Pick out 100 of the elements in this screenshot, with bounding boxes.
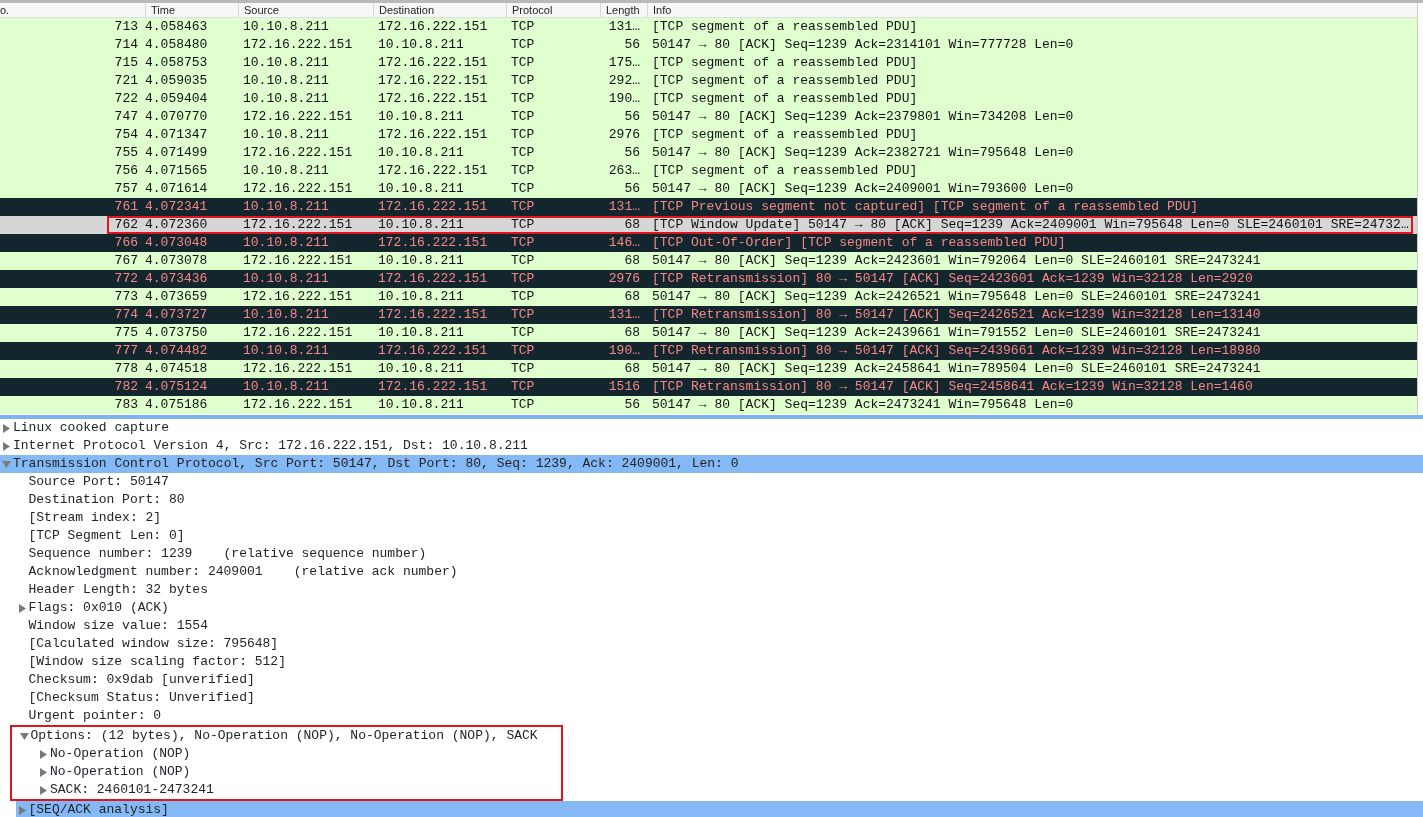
packet-row[interactable]: 762 4.072360 172.16.222.151 10.10.8.211 TCP 68 [TCP Window Update] 50147 → 80 [ACK] Seq=1239 Ack=2409001 Win=795648 Len=0 SLE=2460101 SRE=24732… [0,216,1417,234]
table-cell-text: 10.10.8.211 [242,270,330,288]
packet-row[interactable]: 721 4.059035 10.10.8.211 172.16.222.151 TCP 292… [TCP segment of a reassembled PDU] [0,72,1417,90]
tree-item[interactable]: Internet Protocol Version 4, Src: 172.16.222.151, Dst: 10.10.8.211 [0,437,1423,455]
table-cell-text: [TCP Out-Of-Order] [TCP segment of a reassembled PDU] [651,234,1067,252]
packet-row[interactable]: 756 4.071565 10.10.8.211 172.16.222.151 TCP 263… [TCP segment of a reassembled PDU] [0,162,1417,180]
table-cell-text: TCP [510,108,536,126]
tree-item[interactable]: Transmission Control Protocol, Src Port: 50147, Dst Port: 80, Seq: 1239, Ack: 2409001, Len: 0 [0,455,1423,473]
packet-row[interactable]: 714 4.058480 172.16.222.151 10.10.8.211 TCP 56 50147 → 80 [ACK] Seq=1239 Ack=2314101 Win=777728 Len=0 [0,36,1417,54]
packet-row[interactable]: 782 4.075124 10.10.8.211 172.16.222.151 TCP 1516 [TCP Retransmission] 80 → 50147 [ACK] Seq=2458641 Ack=1239 Win=32128 Len=1460 [0,378,1417,396]
packet-row[interactable]: 713 4.058463 10.10.8.211 172.16.222.151 TCP 131… [TCP segment of a reassembled PDU] [0,18,1417,36]
table-cell-text: 56 [623,180,641,198]
table-cell-text: 2976 [607,270,641,288]
table-cell-text: 50147 → 80 [ACK] Seq=1239 Ack=2379801 Win=734208 Len=0 [651,108,1075,126]
table-cell-text: 172.16.222.151 [377,162,489,180]
tree-item[interactable]: [Checksum Status: Unverified] [15,689,1423,707]
tree-item[interactable]: Window size value: 1554 [15,617,1423,635]
column-header[interactable]: o. [0,3,145,17]
tree-item[interactable]: [Stream index: 2] [15,509,1423,527]
table-cell-text: 778 [113,360,139,378]
column-header[interactable]: Time [145,3,238,17]
table-cell-text: 146… [607,234,641,252]
table-cell-text: 172.16.222.151 [242,288,354,306]
table-cell-text: 777 [113,342,139,360]
column-header[interactable]: Length [600,3,647,17]
packet-row[interactable]: 783 4.075186 172.16.222.151 10.10.8.211 TCP 56 50147 → 80 [ACK] Seq=1239 Ack=2473241 Win=795648 Len=0 [0,396,1417,414]
packet-row[interactable]: 773 4.073659 172.16.222.151 10.10.8.211 TCP 68 50147 → 80 [ACK] Seq=1239 Ack=2426521 Win=795648 Len=0 SLE=2460101 SRE=2473241 [0,288,1417,306]
table-cell-text: 50147 → 80 [ACK] Seq=1239 Ack=2458641 Win=789504 Len=0 SLE=2460101 SRE=2473241 [651,360,1262,378]
tree-item[interactable]: Destination Port: 80 [15,491,1423,509]
table-cell-text: 4.072341 [145,198,209,216]
table-cell-text: 713 [113,18,139,36]
table-cell-text: 292… [607,72,641,90]
table-cell-text: 10.10.8.211 [242,72,330,90]
table-cell-text: 50147 → 80 [ACK] Seq=1239 Ack=2423601 Win=792064 Len=0 SLE=2460101 SRE=2473241 [651,252,1262,270]
column-header[interactable]: Destination [373,3,506,17]
table-cell-text: 766 [113,234,139,252]
table-cell-text: 10.10.8.211 [242,378,330,396]
table-cell-text: 172.16.222.151 [242,108,354,126]
table-cell-text: 172.16.222.151 [242,180,354,198]
tree-item[interactable]: No-Operation (NOP) [37,763,561,781]
table-cell-text: 68 [623,324,641,342]
tree-item[interactable]: Source Port: 50147 [15,473,1423,491]
table-cell-text: 68 [623,288,641,306]
packet-row[interactable]: 715 4.058753 10.10.8.211 172.16.222.151 TCP 175… [TCP segment of a reassembled PDU] [0,54,1417,72]
table-cell-text: TCP [510,180,536,198]
table-cell-text: 68 [623,216,641,234]
packet-row[interactable]: 757 4.071614 172.16.222.151 10.10.8.211 TCP 56 50147 → 80 [ACK] Seq=1239 Ack=2409001 Win=793600 Len=0 [0,180,1417,198]
table-cell-text: [TCP segment of a reassembled PDU] [651,90,919,108]
tree-item[interactable]: Urgent pointer: 0 [15,707,1423,725]
tree-item[interactable]: Sequence number: 1239 (relative sequence number) [15,545,1423,563]
packet-row[interactable]: 767 4.073078 172.16.222.151 10.10.8.211 TCP 68 50147 → 80 [ACK] Seq=1239 Ack=2423601 Win=792064 Len=0 SLE=2460101 SRE=2473241 [0,252,1417,270]
table-cell-text: 172.16.222.151 [242,396,354,414]
table-cell-text: 172.16.222.151 [242,324,354,342]
column-header[interactable]: Protocol [506,3,600,17]
packet-row[interactable]: 777 4.074482 10.10.8.211 172.16.222.151 TCP 190… [TCP Retransmission] 80 → 50147 [ACK] Seq=2439661 Ack=1239 Win=32128 Len=18980 [0,342,1417,360]
collapse-arrow-icon[interactable] [19,731,29,741]
tree-item[interactable]: [Window size scaling factor: 512] [15,653,1423,671]
packet-row[interactable]: 761 4.072341 10.10.8.211 172.16.222.151 TCP 131… [TCP Previous segment not captured] [TCP segment of a reassembled PDU] [0,198,1417,216]
table-cell-text: 172.16.222.151 [242,144,354,162]
packet-row[interactable]: 747 4.070770 172.16.222.151 10.10.8.211 TCP 56 50147 → 80 [ACK] Seq=1239 Ack=2379801 Win=734208 Len=0 [0,108,1417,126]
tree-item[interactable]: [TCP Segment Len: 0] [15,527,1423,545]
tree-item[interactable]: No-Operation (NOP) [37,745,561,763]
table-cell-text: 4.072360 [145,216,209,234]
table-cell-text: TCP [510,162,536,180]
packet-row[interactable]: 755 4.071499 172.16.222.151 10.10.8.211 TCP 56 50147 → 80 [ACK] Seq=1239 Ack=2382721 Win=795648 Len=0 [0,144,1417,162]
table-cell-text: TCP [510,396,536,414]
packet-row[interactable]: 778 4.074518 172.16.222.151 10.10.8.211 TCP 68 50147 → 80 [ACK] Seq=1239 Ack=2458641 Win=789504 Len=0 SLE=2460101 SRE=2473241 [0,360,1417,378]
column-header[interactable]: Info [647,3,1417,17]
table-cell-text: 10.10.8.211 [242,126,330,144]
tree-item[interactable]: [Calculated window size: 795648] [15,635,1423,653]
packet-row[interactable]: 722 4.059404 10.10.8.211 172.16.222.151 TCP 190… [TCP segment of a reassembled PDU] [0,90,1417,108]
packet-row[interactable]: 775 4.073750 172.16.222.151 10.10.8.211 TCP 68 50147 → 80 [ACK] Seq=1239 Ack=2439661 Win=791552 Len=0 SLE=2460101 SRE=2473241 [0,324,1417,342]
table-cell-text: 172.16.222.151 [242,360,354,378]
tree-item[interactable]: Acknowledgment number: 2409001 (relative ack number) [15,563,1423,581]
packet-row[interactable]: 772 4.073436 10.10.8.211 172.16.222.151 TCP 2976 [TCP Retransmission] 80 → 50147 [ACK] Seq=2423601 Ack=1239 Win=32128 Len=2920 [0,270,1417,288]
packet-row[interactable]: 766 4.073048 10.10.8.211 172.16.222.151 TCP 146… [TCP Out-Of-Order] [TCP segment of a reassembled PDU] [0,234,1417,252]
tree-item[interactable]: Header Length: 32 bytes [15,581,1423,599]
tree-item[interactable]: Options: (12 bytes), No-Operation (NOP), No-Operation (NOP), SACK [17,727,561,745]
table-cell-text: 10.10.8.211 [377,180,465,198]
tree-item[interactable]: Checksum: 0x9dab [unverified] [15,671,1423,689]
table-cell-text: 172.16.222.151 [377,198,489,216]
table-cell-text: TCP [510,198,536,216]
packet-row[interactable]: 754 4.071347 10.10.8.211 172.16.222.151 TCP 2976 [TCP segment of a reassembled PDU] [0,126,1417,144]
table-cell-text: 721 [113,72,139,90]
packet-row[interactable]: 774 4.073727 10.10.8.211 172.16.222.151 TCP 131… [TCP Retransmission] 80 → 50147 [ACK] Seq=2426521 Ack=1239 Win=32128 Len=13140 [0,306,1417,324]
table-cell-text: TCP [510,18,536,36]
tree-item[interactable]: SACK: 2460101-2473241 [37,781,561,799]
column-header[interactable]: Source [238,3,373,17]
table-cell-text: 761 [113,198,139,216]
table-cell-text: 4.071347 [145,126,209,144]
expand-arrow-icon[interactable] [17,603,27,613]
table-cell-text: TCP [510,216,536,234]
table-cell-text: 10.10.8.211 [242,18,330,36]
table-cell-text: 4.058753 [145,54,209,72]
table-cell-text: [TCP Retransmission] 80 → 50147 [ACK] Seq=2439661 Ack=1239 Win=32128 Len=18980 [651,342,1262,360]
tree-item[interactable]: [SEQ/ACK analysis] [15,801,1423,817]
tree-item[interactable]: Flags: 0x010 (ACK) [15,599,1423,617]
table-cell-text: 190… [607,342,641,360]
tree-item[interactable]: Linux cooked capture [0,419,1423,437]
table-cell-text: 10.10.8.211 [242,306,330,324]
